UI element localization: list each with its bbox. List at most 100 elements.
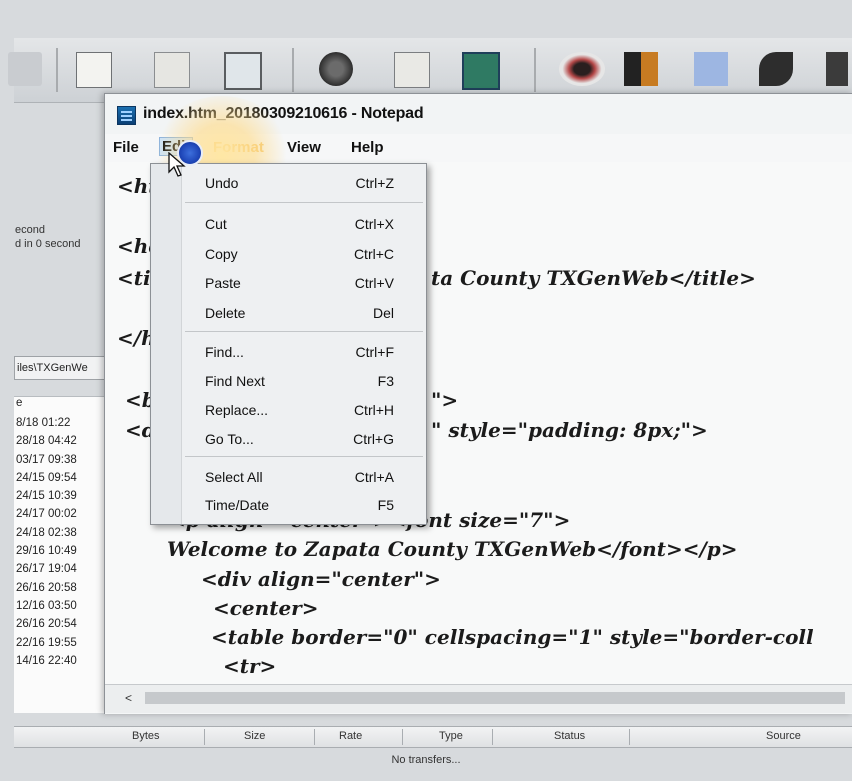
menu-item-shortcut: Ctrl+V <box>354 275 394 291</box>
menu-item-select-all[interactable]: Select All Ctrl+A <box>151 465 426 489</box>
scrollbar-thumb[interactable] <box>145 692 845 704</box>
list-item[interactable]: 26/16 20:54 <box>14 618 114 636</box>
list-item[interactable]: 24/15 10:39 <box>14 490 114 508</box>
file-list-header[interactable]: e <box>14 397 114 417</box>
column-rate[interactable]: Rate <box>339 730 362 742</box>
menu-bar: File Edit Format View Help <box>105 134 852 162</box>
menu-view[interactable]: View <box>287 139 321 156</box>
menu-separator <box>185 331 423 332</box>
cost-document-icon[interactable] <box>394 52 430 88</box>
column-separator <box>204 729 205 745</box>
chart-icon[interactable] <box>759 52 793 86</box>
list-item[interactable]: 24/15 09:54 <box>14 472 114 490</box>
gear-icon[interactable] <box>319 52 353 86</box>
menu-item-copy[interactable]: Copy Ctrl+C <box>151 242 426 266</box>
menu-help[interactable]: Help <box>351 139 384 156</box>
list-item[interactable]: 28/18 04:42 <box>14 435 114 453</box>
menu-item-label: Paste <box>205 275 241 291</box>
list-item[interactable]: 8/18 01:22 <box>14 417 114 435</box>
menu-format[interactable]: Format <box>213 139 264 156</box>
code-line: <div align="center"> <box>201 567 441 591</box>
menu-item-find-next[interactable]: Find Next F3 <box>151 369 426 393</box>
column-separator <box>629 729 630 745</box>
column-size[interactable]: Size <box>244 730 265 742</box>
toolbar-edit-icon[interactable] <box>8 52 42 86</box>
edit-menu-dropdown: Undo Ctrl+Z Cut Ctrl+X Copy Ctrl+C Paste… <box>150 163 427 525</box>
code-line: <tr> <box>223 654 277 678</box>
menu-item-paste[interactable]: Paste Ctrl+V <box>151 271 426 295</box>
menu-item-replace[interactable]: Replace... Ctrl+H <box>151 398 426 422</box>
menu-item-label: Select All <box>205 469 263 485</box>
code-line: ta County TXGenWeb</title> <box>431 266 756 290</box>
list-item[interactable]: 26/17 19:04 <box>14 563 114 581</box>
local-path-field[interactable]: iles\TXGenWe <box>14 356 118 380</box>
file-list[interactable]: e 8/18 01:22 28/18 04:42 03/17 09:38 24/… <box>14 396 114 713</box>
terminal-icon[interactable] <box>462 52 500 90</box>
menu-separator <box>185 202 423 203</box>
menu-item-shortcut: Ctrl+C <box>353 246 394 262</box>
notepad-app-icon[interactable] <box>117 106 136 125</box>
menu-item-label: Replace... <box>205 402 269 418</box>
code-line: <center> <box>213 596 319 620</box>
list-item[interactable]: 12/16 03:50 <box>14 600 114 618</box>
code-line: "> <box>431 388 459 412</box>
horizontal-scrollbar[interactable]: < <box>105 684 852 713</box>
code-line: <table border="0" cellspacing="1" style=… <box>211 625 814 649</box>
list-item[interactable]: 14/16 22:40 <box>14 655 114 673</box>
menu-item-label: Find... <box>205 344 244 360</box>
menu-item-delete[interactable]: Delete Del <box>151 301 426 325</box>
list-item[interactable]: 22/16 19:55 <box>14 637 114 655</box>
transfer-empty-message: No transfers... <box>391 754 461 766</box>
column-separator <box>492 729 493 745</box>
menu-item-label: Copy <box>205 246 238 262</box>
speaker-icon[interactable] <box>624 52 658 86</box>
column-type[interactable]: Type <box>439 730 463 742</box>
column-separator <box>402 729 403 745</box>
code-line: <ti <box>117 266 151 290</box>
menu-item-shortcut: Ctrl+F <box>355 344 395 360</box>
column-separator <box>314 729 315 745</box>
code-line: " style="padding: 8px;"> <box>431 418 708 442</box>
toolbar-separator <box>292 48 294 92</box>
code-line: Welcome to Zapata County TXGenWeb</font>… <box>167 537 738 561</box>
menu-item-label: Find Next <box>205 373 265 389</box>
menu-item-find[interactable]: Find... Ctrl+F <box>151 340 426 364</box>
menu-item-undo[interactable]: Undo Ctrl+Z <box>151 171 426 195</box>
menu-item-shortcut: Ctrl+H <box>353 402 394 418</box>
menu-item-shortcut: Ctrl+A <box>354 469 394 485</box>
list-item[interactable]: 29/16 10:49 <box>14 545 114 563</box>
menu-item-label: Delete <box>205 305 246 321</box>
menu-file[interactable]: File <box>113 139 139 156</box>
menu-item-label: Cut <box>205 216 227 232</box>
column-source[interactable]: Source <box>766 730 801 742</box>
status-line: d in 0 second <box>15 238 81 250</box>
column-status[interactable]: Status <box>554 730 585 742</box>
menu-item-cut[interactable]: Cut Ctrl+X <box>151 212 426 236</box>
window-title: index.htm_20180309210616 - Notepad <box>143 105 424 122</box>
menu-item-time-date[interactable]: Time/Date F5 <box>151 493 426 517</box>
menu-separator <box>185 456 423 457</box>
menu-item-shortcut: Ctrl+G <box>353 431 394 447</box>
notepad-titlebar[interactable]: index.htm_20180309210616 - Notepad <box>105 94 852 134</box>
eye-icon[interactable] <box>559 52 605 86</box>
list-item[interactable]: 26/16 20:58 <box>14 582 114 600</box>
menu-item-shortcut: Ctrl+X <box>354 216 394 232</box>
list-item[interactable]: 03/17 09:38 <box>14 454 114 472</box>
menu-item-shortcut: Del <box>372 305 394 321</box>
transfer-arrows-icon[interactable] <box>694 52 728 86</box>
menu-item-label: Undo <box>205 175 239 191</box>
toolbar-text-view-icon[interactable] <box>76 52 112 88</box>
menu-item-shortcut: F5 <box>377 497 394 513</box>
mouse-pointer-icon <box>168 152 186 177</box>
transfer-queue-header: Bytes Size Rate Type Status Source <box>14 726 852 748</box>
list-item[interactable]: 24/17 00:02 <box>14 508 114 526</box>
toolbar-document-icon[interactable] <box>154 52 190 88</box>
toolbar-overflow-icon[interactable] <box>826 52 848 86</box>
toolbar-text-edit-icon[interactable] <box>224 52 262 90</box>
status-line: econd <box>15 224 45 236</box>
scroll-left-arrow-icon[interactable]: < <box>125 691 132 705</box>
list-item[interactable]: 24/18 02:38 <box>14 527 114 545</box>
column-bytes[interactable]: Bytes <box>132 730 160 742</box>
menu-item-shortcut: Ctrl+Z <box>355 175 395 191</box>
menu-item-go-to[interactable]: Go To... Ctrl+G <box>151 427 426 451</box>
